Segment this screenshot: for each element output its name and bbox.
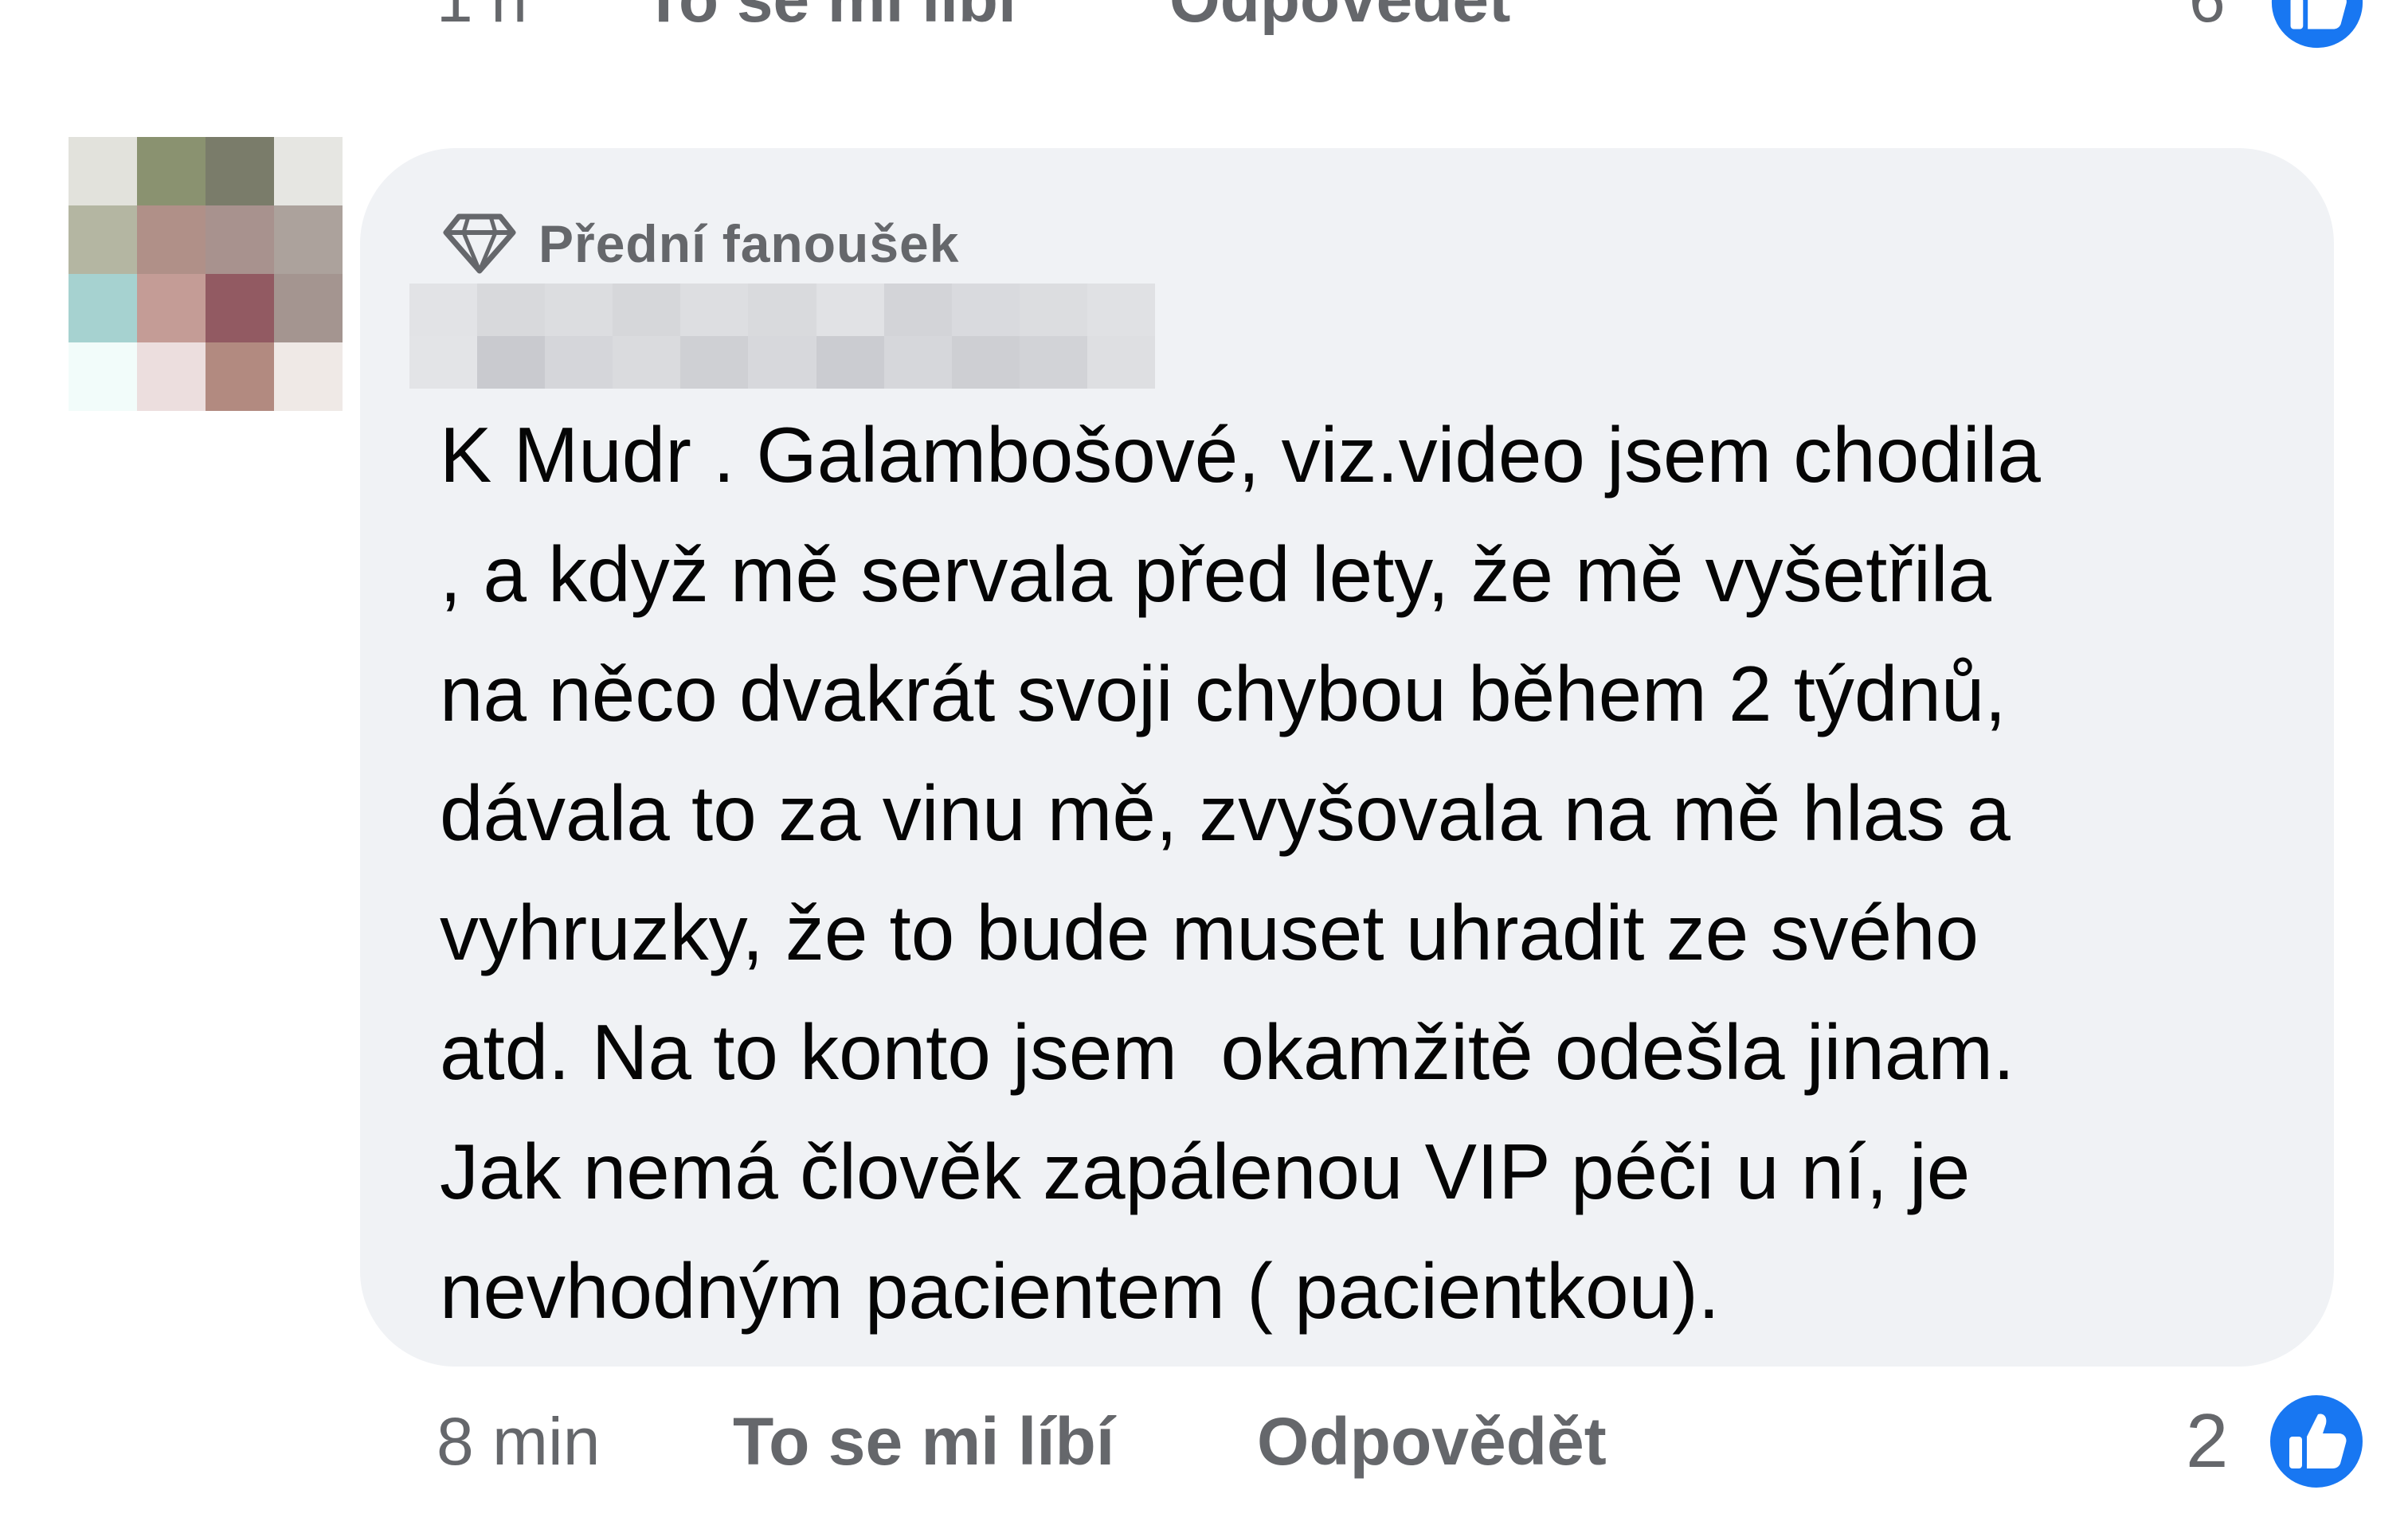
previous-comment-reply-button[interactable]: Odpovědět	[1169, 0, 1510, 48]
reply-button[interactable]: Odpovědět	[1257, 1386, 1607, 1497]
comment-text: K Mudr . Galambošové, viz.video jsem cho…	[440, 411, 2041, 1335]
like-thumb-icon[interactable]	[2267, 0, 2367, 53]
previous-comment-reaction-count[interactable]: 6	[2189, 0, 2226, 48]
author-name-redacted[interactable]	[409, 284, 1155, 389]
avatar[interactable]	[69, 137, 343, 411]
reaction-count[interactable]: 2	[2186, 1386, 2228, 1497]
like-thumb-icon[interactable]	[2265, 1390, 2367, 1492]
comment-actions: 8 min To se mi líbí Odpovědět 2	[437, 1386, 2380, 1497]
top-fan-badge: Přední fanoušek	[441, 204, 959, 284]
previous-comment-like-button[interactable]: To se mi líbí	[644, 0, 1016, 48]
badge-label: Přední fanoušek	[538, 214, 960, 273]
comment-timestamp[interactable]: 8 min	[437, 1386, 600, 1497]
like-button[interactable]: To se mi líbí	[733, 1386, 1114, 1497]
comment-bubble: Přední fanoušek K Mudr . Galambošové, vi…	[360, 148, 2334, 1367]
previous-comment-timestamp: 1 h	[437, 0, 527, 48]
previous-comment-actions: 1 h To se mi líbí Odpovědět 6	[437, 0, 2380, 52]
diamond-icon	[443, 213, 516, 274]
